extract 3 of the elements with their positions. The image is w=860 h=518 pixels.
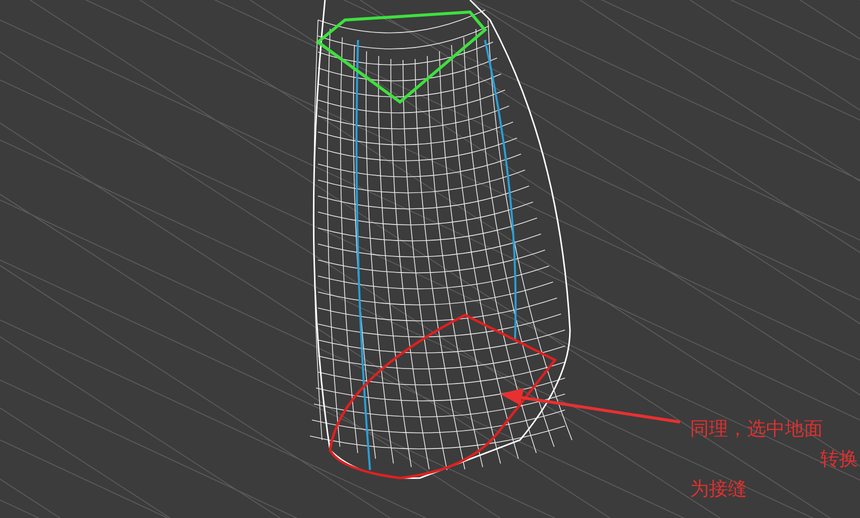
annotation-text: 转换 bbox=[820, 447, 858, 472]
annotation-text: 同理，选中地面 bbox=[690, 417, 824, 442]
annotation-text: 为接缝 bbox=[690, 477, 747, 502]
